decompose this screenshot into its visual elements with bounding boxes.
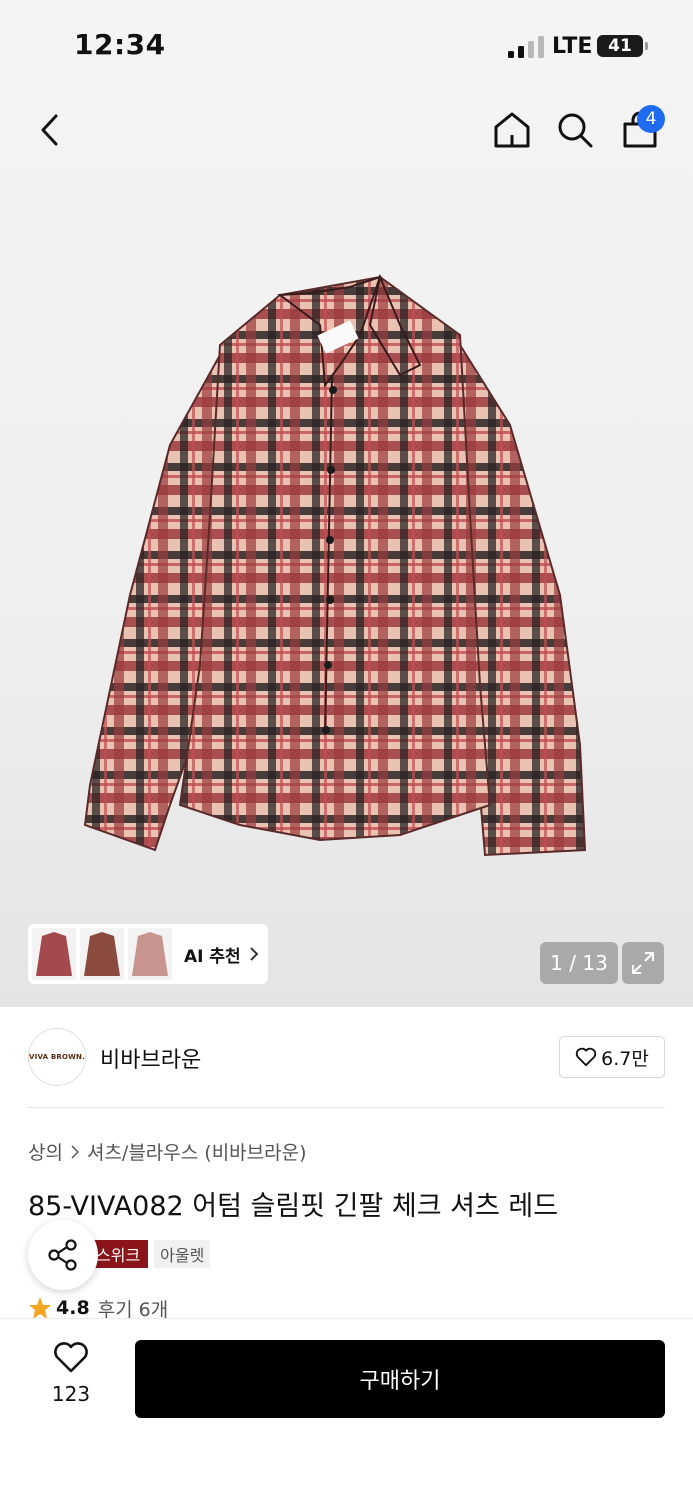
tag-badge: 아울렛 xyxy=(154,1240,211,1268)
ai-recommend-label: AI 추천 xyxy=(184,946,241,967)
chevron-right-icon xyxy=(71,1144,79,1159)
brand-name[interactable]: 비바브라운 xyxy=(100,1042,201,1074)
brand-like-button[interactable]: 6.7만 xyxy=(559,1036,665,1078)
brand-row[interactable]: VIVA BROWN. 비바브라운 6.7만 xyxy=(28,1028,665,1088)
image-counter: 1 / 13 xyxy=(540,942,618,984)
ai-thumbnail[interactable] xyxy=(128,928,172,980)
breadcrumb-subcategory[interactable]: 셔츠/블라우스 (비바브라운) xyxy=(87,1138,307,1165)
back-button[interactable] xyxy=(22,100,78,160)
wishlist-button[interactable]: 123 xyxy=(38,1342,104,1406)
divider xyxy=(28,1107,665,1108)
expand-icon xyxy=(632,952,654,974)
heart-icon xyxy=(54,1342,88,1373)
chevron-right-icon xyxy=(249,947,259,961)
product-image-gallery[interactable]: 12:34 LTE 41 4 AI 추천 1 / 13 xyxy=(0,0,693,1007)
back-icon xyxy=(41,114,58,146)
star-icon xyxy=(29,1297,51,1319)
breadcrumb-category[interactable]: 상의 xyxy=(28,1138,63,1165)
heart-icon xyxy=(575,1047,597,1067)
cart-count-badge: 4 xyxy=(637,105,665,133)
home-icon xyxy=(494,112,530,148)
rating-summary[interactable]: 4.8 후기 6개 xyxy=(28,1296,168,1320)
brand-logo[interactable]: VIVA BROWN. xyxy=(28,1028,86,1086)
review-count[interactable]: 후기 6개 xyxy=(98,1296,169,1321)
battery-cap xyxy=(645,42,648,50)
share-icon xyxy=(48,1239,77,1271)
expand-button[interactable] xyxy=(622,942,664,984)
brand-like-count: 6.7만 xyxy=(601,1047,649,1070)
ai-thumbnail[interactable] xyxy=(32,928,76,980)
signal-icon xyxy=(508,36,544,58)
status-time: 12:34 xyxy=(74,28,166,61)
battery-icon: 41 xyxy=(597,35,643,57)
share-button[interactable] xyxy=(28,1220,98,1290)
wishlist-count: 123 xyxy=(51,1382,91,1406)
breadcrumb: 상의 셔츠/블라우스 (비바브라운) xyxy=(28,1138,307,1165)
search-icon xyxy=(558,113,593,148)
ai-recommend-button[interactable]: AI 추천 xyxy=(28,924,268,984)
status-bar: 12:34 LTE 41 xyxy=(0,0,693,92)
home-button[interactable] xyxy=(484,100,540,160)
top-nav xyxy=(0,100,693,160)
ai-thumbnail[interactable] xyxy=(80,928,124,980)
product-title: 85-VIVA082 어텀 슬림핏 긴팔 체크 셔츠 레드 xyxy=(28,1191,559,1222)
search-button[interactable] xyxy=(547,100,603,160)
network-type: LTE xyxy=(552,34,593,59)
rating-score: 4.8 xyxy=(56,1297,90,1319)
product-photo-shirt[interactable] xyxy=(70,265,600,915)
buy-button[interactable]: 구매하기 xyxy=(135,1340,665,1418)
